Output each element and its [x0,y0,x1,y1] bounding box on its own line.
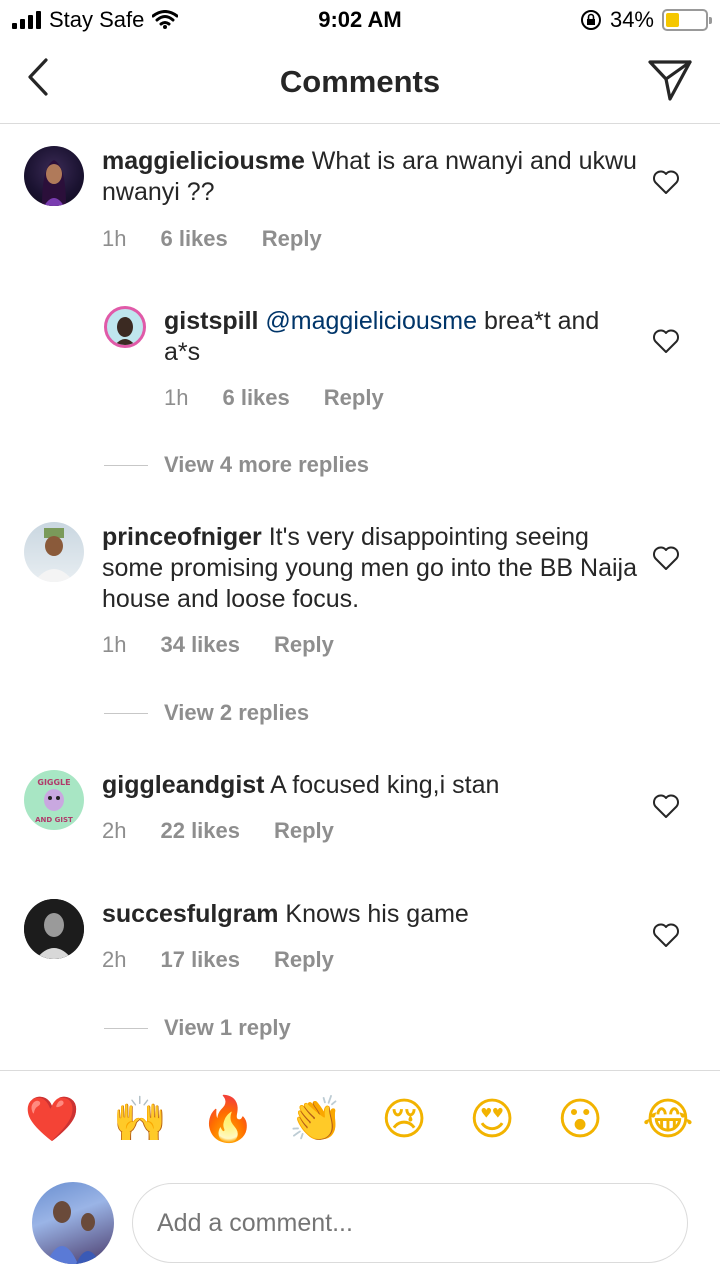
comment-meta: 1h 34 likes Reply [102,632,334,658]
comment-username[interactable]: princeofniger [102,523,262,551]
battery-icon [662,9,712,31]
comment-username[interactable]: giggleandgist [102,771,265,799]
comment-likes[interactable]: 34 likes [160,632,240,658]
comment-meta: 1h 6 likes Reply [102,226,322,252]
page-title: Comments [279,64,441,99]
reply-likes[interactable]: 6 likes [222,385,289,411]
divider-line [104,464,148,466]
reply-button[interactable]: Reply [274,632,334,658]
comment: maggieliciousme What is ara nwanyi and u… [0,124,720,304]
avatar-image-icon [42,160,66,206]
reply-time: 1h [164,385,189,410]
comment-time: 1h [102,226,127,251]
comment-time: 1h [102,632,127,657]
comment-time: 2h [102,947,127,972]
like-heart-icon[interactable] [652,793,680,819]
reply-button[interactable]: Reply [274,947,334,973]
heart-eyes-emoji-button[interactable]: 😍 [462,1090,522,1150]
avatar[interactable] [24,522,84,582]
comment-meta: 2h 17 likes Reply [102,947,334,973]
battery-percent: 34% [609,7,654,32]
comment: princeofniger It's very disappointing se… [0,500,720,680]
reply-username[interactable]: gistspill [164,307,258,335]
reply-text: gistspill @maggieliciousme brea*t and a*… [164,306,634,368]
comment-body: Knows his game [278,900,469,928]
surprised-emoji-button[interactable]: 😮 [550,1090,610,1150]
comment: succesfulgram Knows his game 2h 17 likes… [0,877,720,997]
like-heart-icon[interactable] [652,922,680,948]
avatar-image-icon [24,899,84,959]
raised-hands-emoji-button[interactable]: 🙌 [110,1090,170,1150]
avatar[interactable] [24,146,84,206]
divider-line [104,1027,148,1029]
comment-composer [0,1178,720,1278]
like-heart-icon[interactable] [652,328,680,354]
view-more-replies[interactable]: View 1 reply [104,1015,291,1041]
comment: GIGGLE AND GIST giggleandgist A focused … [0,748,720,868]
divider [0,1070,720,1071]
comment-likes[interactable]: 17 likes [160,947,240,973]
view-more-label: View 1 reply [164,1015,291,1040]
like-heart-icon[interactable] [652,169,680,195]
fire-emoji-button[interactable]: 🔥 [198,1090,258,1150]
avatar[interactable] [104,306,146,348]
reply-meta: 1h 6 likes Reply [164,385,384,411]
reply-button[interactable]: Reply [262,226,322,252]
reply-button[interactable]: Reply [274,818,334,844]
avatar-image-icon [34,528,74,582]
reply-button[interactable]: Reply [324,385,384,411]
direct-message-icon[interactable] [646,58,694,102]
avatar-image-icon: GIGGLE AND GIST [25,771,83,829]
reply-comment: gistspill @maggieliciousme brea*t and a*… [0,304,720,424]
comment-username[interactable]: maggieliciousme [102,147,305,175]
like-heart-icon[interactable] [652,545,680,571]
view-more-label: View 4 more replies [164,452,370,477]
clapping-emoji-button[interactable]: 👏 [286,1090,346,1150]
reply-mention[interactable]: @maggieliciousme [265,307,477,335]
status-right: 34% [580,7,712,33]
view-more-replies[interactable]: View 2 replies [104,700,309,726]
view-more-label: View 2 replies [164,700,310,725]
comment-username[interactable]: succesfulgram [102,900,278,928]
avatar[interactable] [24,899,84,959]
comment-meta: 2h 22 likes Reply [102,818,334,844]
comments-header: Comments [0,42,720,124]
comment-text: maggieliciousme What is ara nwanyi and u… [102,146,642,208]
comment-likes[interactable]: 6 likes [160,226,227,252]
heart-emoji-button[interactable]: ❤️ [22,1090,82,1150]
avatar-image-icon [46,1201,100,1264]
add-comment-input[interactable] [132,1183,688,1263]
comment-time: 2h [102,818,127,843]
emoji-quick-reactions: ❤️ 🙌 🔥 👏 😢 😍 😮 😂 [0,1090,720,1154]
divider-line [104,712,148,714]
avatar-label-top: GIGGLE [37,778,70,787]
orientation-lock-icon [580,10,601,30]
status-bar: Stay Safe 9:02 AM 34% [0,0,720,42]
comment-likes[interactable]: 22 likes [160,818,240,844]
comment-text: succesfulgram Knows his game [102,899,642,930]
comment-text: princeofniger It's very disappointing se… [102,522,642,615]
laughing-emoji-button[interactable]: 😂 [638,1090,698,1150]
comment-text: giggleandgist A focused king,i stan [102,770,642,801]
view-more-replies[interactable]: View 4 more replies [104,452,369,478]
current-user-avatar [32,1182,114,1264]
comment-body: A focused king,i stan [264,771,500,799]
avatar[interactable]: GIGGLE AND GIST [24,770,84,830]
crying-emoji-button[interactable]: 😢 [374,1090,434,1150]
avatar-image-icon [115,317,135,345]
avatar-label-bottom: AND GIST [35,816,73,824]
